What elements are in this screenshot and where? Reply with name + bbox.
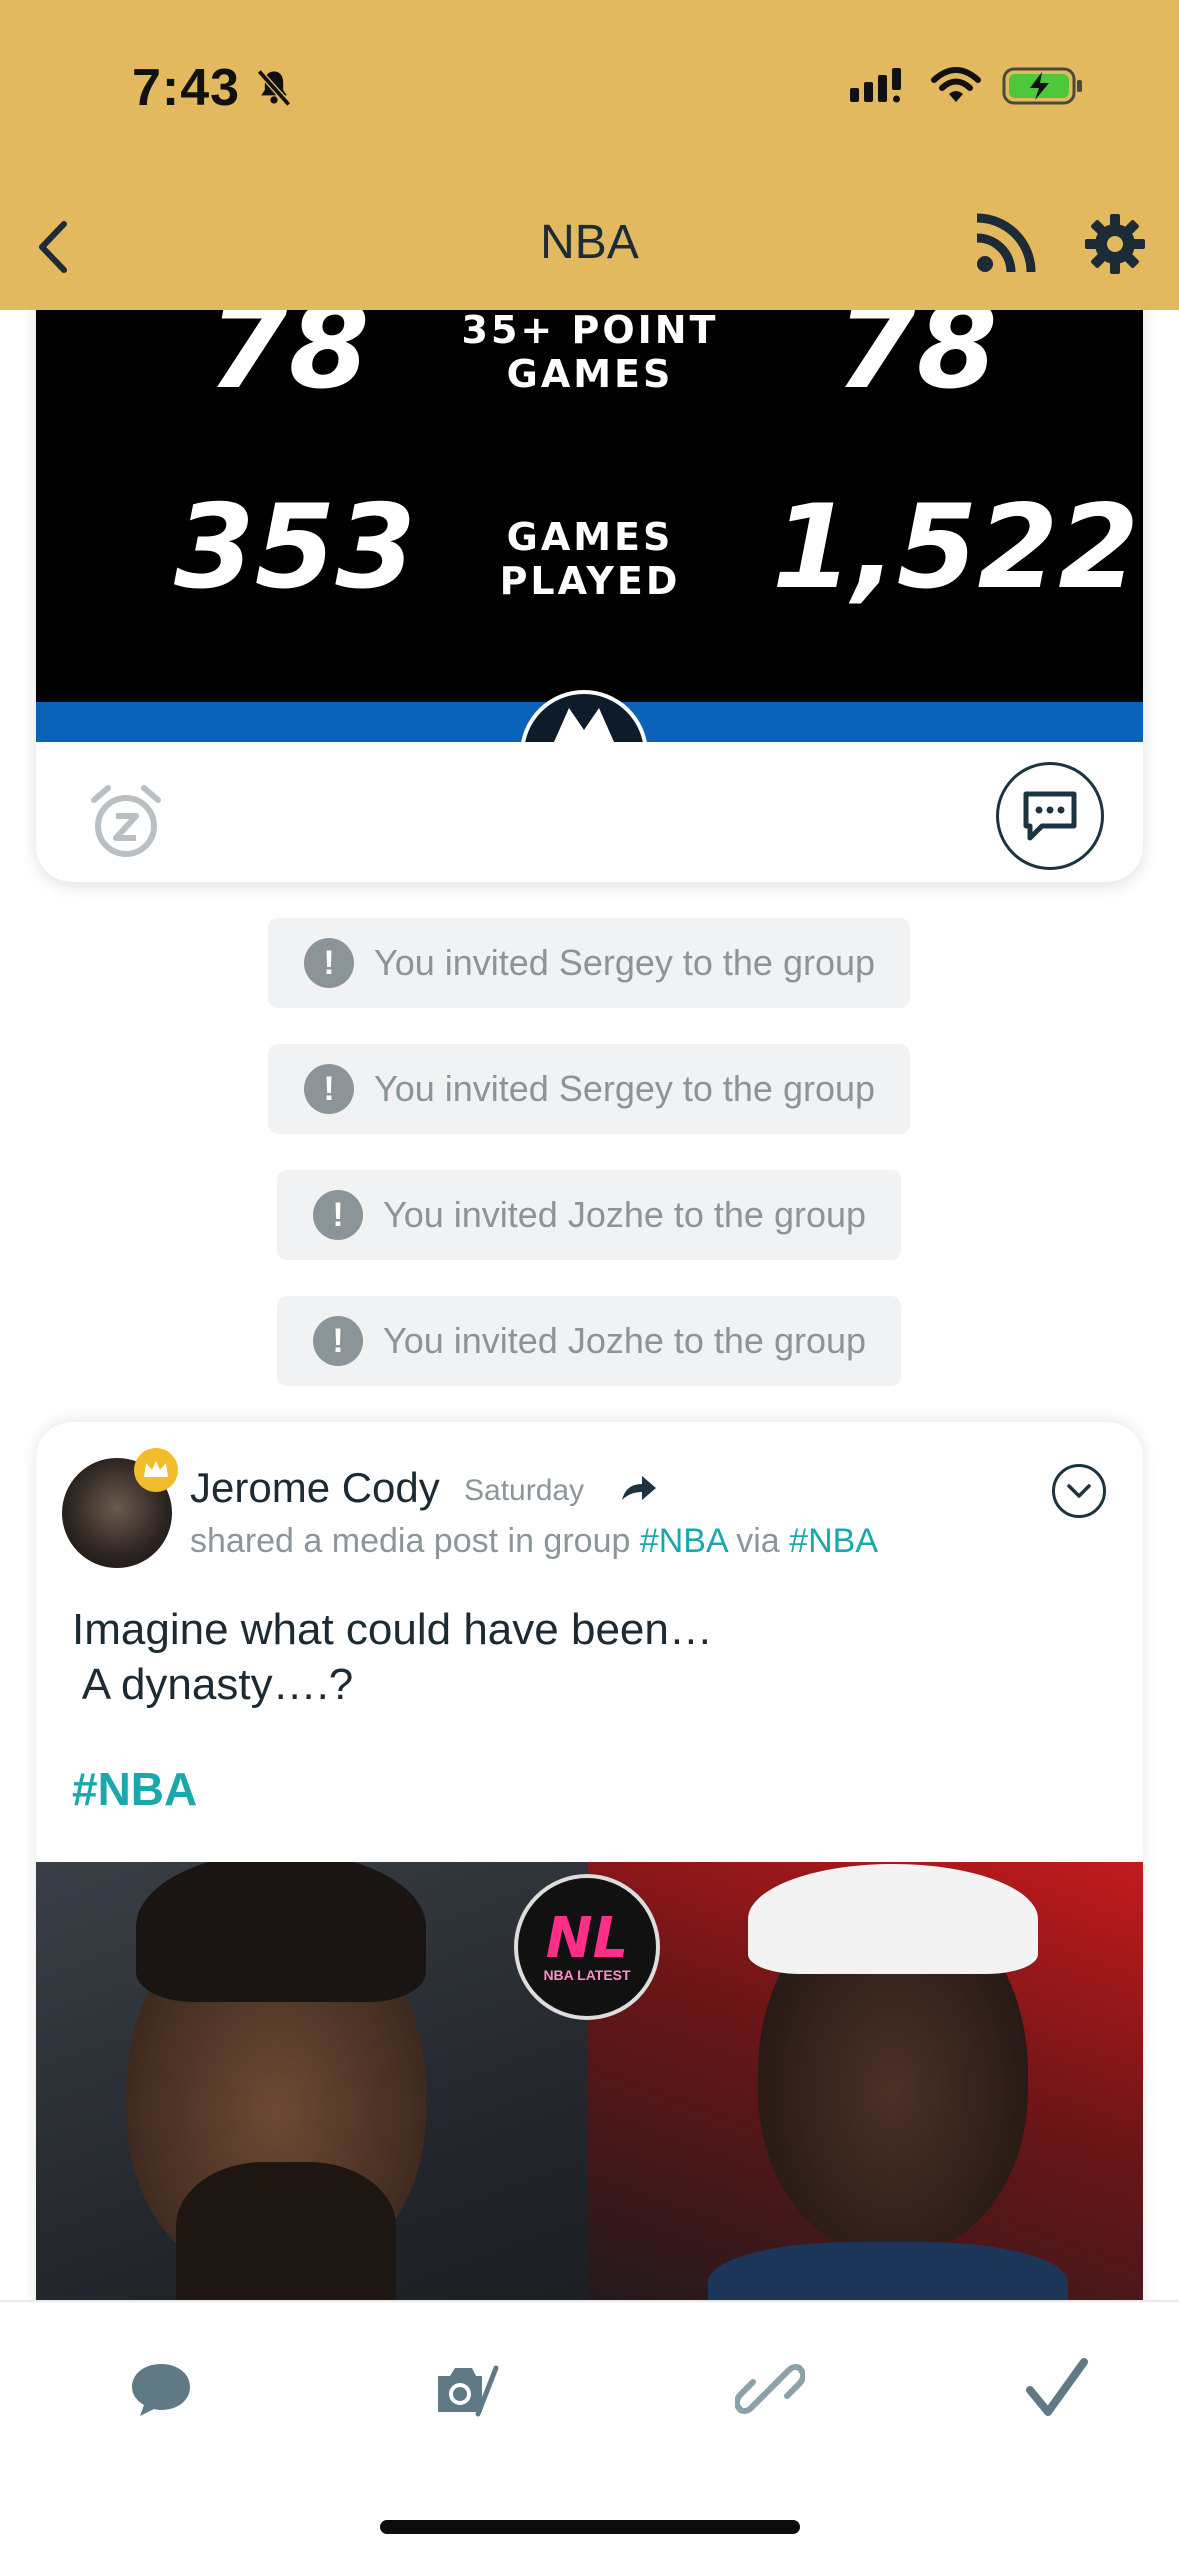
stat-right-value: 1,522 bbox=[772, 480, 1139, 615]
home-indicator[interactable] bbox=[380, 2520, 800, 2534]
stat-left-value: 353 bbox=[174, 480, 417, 615]
status-time: 7:43 bbox=[132, 59, 241, 117]
player-left-hair bbox=[136, 1862, 426, 2002]
notice-text: You invited Sergey to the group bbox=[374, 1068, 876, 1109]
stat-label-line2: GAMES bbox=[506, 352, 674, 396]
via-text: via bbox=[736, 1522, 780, 1560]
post-card: Jerome Cody Saturday shared a media post… bbox=[36, 1422, 1143, 2300]
crown-icon bbox=[134, 1448, 178, 1492]
stat-label-line2: PLAYED bbox=[499, 559, 681, 603]
system-notice: ! You invited Jozhe to the group bbox=[277, 1170, 901, 1260]
snooze-alarm-icon[interactable] bbox=[86, 782, 166, 862]
post-subline: shared a media post in group #NBA via #N… bbox=[190, 1522, 878, 1561]
link-icon[interactable] bbox=[735, 2354, 805, 2424]
post-hashtag-link[interactable]: #NBA bbox=[72, 1762, 197, 1816]
group-hashtag-link[interactable]: #NBA bbox=[640, 1522, 727, 1560]
post-time: Saturday bbox=[464, 1474, 585, 1507]
composer-toolbar bbox=[0, 2300, 1179, 2556]
comment-icon bbox=[1023, 791, 1077, 841]
alert-icon: ! bbox=[313, 1316, 363, 1366]
chevron-down-icon bbox=[1067, 1484, 1091, 1498]
gear-icon[interactable] bbox=[1083, 212, 1147, 276]
notice-text: You invited Sergey to the group bbox=[374, 942, 876, 983]
share-arrow-icon bbox=[622, 1476, 656, 1500]
system-notice: ! You invited Jozhe to the group bbox=[277, 1296, 901, 1386]
post-body: Imagine what could have been… A dynasty…… bbox=[72, 1605, 713, 1709]
chat-bubble-icon[interactable] bbox=[126, 2354, 196, 2424]
player-left-beard bbox=[176, 2162, 396, 2300]
via-hashtag-link[interactable]: #NBA bbox=[789, 1522, 878, 1560]
image-right-half bbox=[588, 1862, 1143, 2300]
stat-label: GAMES PLAYED bbox=[456, 515, 724, 603]
app-header: 7:43 NBA bbox=[0, 0, 1179, 310]
player-right-jersey bbox=[708, 2242, 1068, 2300]
stat-left-value: 78 bbox=[208, 310, 370, 415]
notice-text: You invited Jozhe to the group bbox=[383, 1194, 867, 1235]
stat-label-line1: GAMES bbox=[506, 515, 674, 559]
alert-icon: ! bbox=[304, 1064, 354, 1114]
logo-letters: NL bbox=[545, 1906, 629, 1971]
alert-icon: ! bbox=[313, 1190, 363, 1240]
system-notice: ! You invited Sergey to the group bbox=[268, 918, 910, 1008]
stat-label: 35+ POINT GAMES bbox=[456, 310, 724, 396]
stats-graphic[interactable]: 78 35+ POINT GAMES 78 353 GAMES PLAYED 1… bbox=[36, 310, 1143, 742]
comment-button[interactable] bbox=[996, 762, 1104, 870]
post-options-button[interactable] bbox=[1052, 1464, 1106, 1518]
battery-charging-icon bbox=[1002, 67, 1082, 105]
subline-text: shared a media post in group bbox=[190, 1522, 631, 1560]
signal-icon bbox=[850, 68, 901, 103]
image-left-half bbox=[36, 1862, 588, 2300]
logo-subtext: NBA LATEST bbox=[543, 1967, 631, 1983]
player-right-headband bbox=[748, 1864, 1038, 1974]
alert-icon: ! bbox=[304, 938, 354, 988]
camera-icon[interactable] bbox=[432, 2354, 502, 2424]
notice-text: You invited Jozhe to the group bbox=[383, 1320, 867, 1361]
stat-label-line1: 35+ POINT bbox=[461, 310, 719, 352]
media-post-card: 78 35+ POINT GAMES 78 353 GAMES PLAYED 1… bbox=[36, 310, 1143, 882]
post-author[interactable]: Jerome Cody bbox=[190, 1464, 440, 1512]
wifi-icon bbox=[931, 67, 981, 102]
feed[interactable]: 78 35+ POINT GAMES 78 353 GAMES PLAYED 1… bbox=[0, 310, 1179, 2300]
rss-icon[interactable] bbox=[975, 212, 1037, 274]
post-actions bbox=[36, 742, 1143, 882]
bell-slash-icon bbox=[256, 69, 292, 107]
team-logo-icon bbox=[521, 690, 647, 742]
stat-right-value: 78 bbox=[836, 310, 998, 415]
system-notice: ! You invited Sergey to the group bbox=[268, 1044, 910, 1134]
status-icons bbox=[850, 66, 1084, 106]
post-image[interactable]: NL NBA LATEST bbox=[36, 1862, 1143, 2300]
nba-latest-logo: NL NBA LATEST bbox=[514, 1874, 660, 2020]
checkmark-icon[interactable] bbox=[1022, 2354, 1092, 2424]
